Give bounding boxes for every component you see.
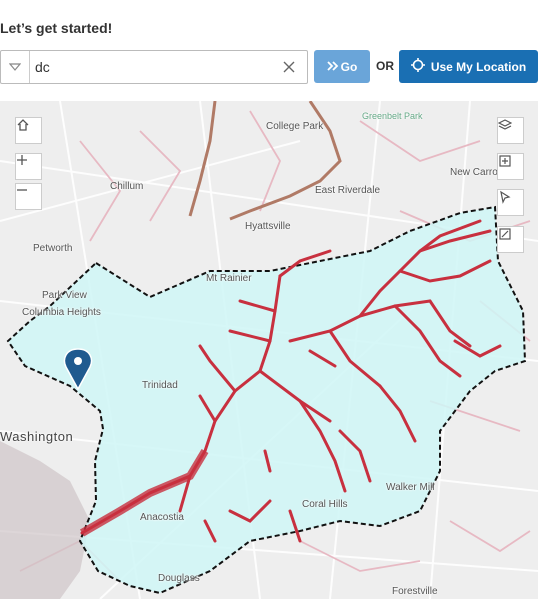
select-button[interactable] (497, 189, 524, 216)
map-label-columbia-heights: Columbia Heights (22, 307, 101, 318)
use-my-location-label: Use My Location (430, 59, 527, 74)
go-button-label: Go (340, 59, 358, 74)
search-input[interactable] (35, 51, 265, 83)
zoom-out-button[interactable] (15, 183, 42, 210)
zoom-in-button[interactable] (15, 153, 42, 180)
close-icon[interactable] (279, 57, 299, 77)
map-label-chillum: Chillum (110, 181, 144, 192)
map-label-coral-hills: Coral Hills (302, 499, 348, 510)
map-label-greenbelt-park: Greenbelt Park (362, 111, 423, 121)
map-label-washington: Washington (0, 429, 74, 444)
search-box (0, 50, 308, 84)
layers-button[interactable] (497, 117, 524, 144)
map-label-forestville: Forestville (392, 586, 438, 597)
chevron-down-icon[interactable] (1, 51, 30, 83)
map-label-park-view: Park View (42, 290, 87, 301)
map-label-hyattsville: Hyattsville (245, 221, 291, 232)
map-label-anacostia: Anacostia (140, 512, 184, 523)
map-label-east-riverdale: East Riverdale (315, 185, 381, 196)
go-button[interactable]: Go (314, 50, 370, 83)
map-label-trinidad: Trinidad (142, 380, 178, 391)
crosshair-icon (410, 58, 425, 75)
map-label-walker-mill: Walker Mill (386, 482, 435, 493)
map-label-douglass: Douglass (158, 573, 200, 584)
expand-button[interactable] (497, 153, 524, 180)
page-title: Let’s get started! (0, 20, 113, 36)
or-separator: OR (376, 59, 394, 73)
home-button[interactable] (15, 117, 42, 144)
map-label-mt-rainier: Mt Rainier (206, 273, 252, 284)
map-label-college-park: College Park (266, 121, 324, 132)
double-chevron-right-icon (327, 60, 339, 74)
measure-button[interactable] (497, 226, 524, 253)
map-label-petworth: Petworth (33, 243, 73, 254)
map[interactable]: College Park Greenbelt Park New Carrollt… (0, 101, 538, 599)
search-bar: Go OR Use My Location (0, 50, 538, 84)
use-my-location-button[interactable]: Use My Location (399, 50, 538, 83)
